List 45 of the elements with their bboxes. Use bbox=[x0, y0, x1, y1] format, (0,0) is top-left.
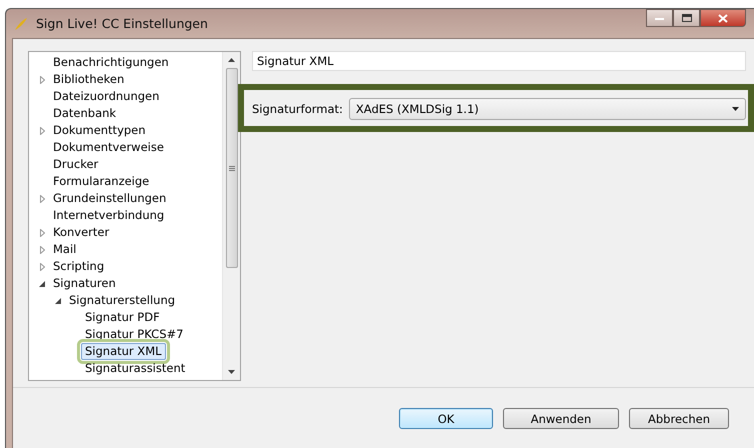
tree-item[interactable]: Grundeinstellungen bbox=[49, 190, 170, 207]
close-button[interactable] bbox=[700, 9, 746, 27]
window-title: Sign Live! CC Einstellungen bbox=[36, 16, 208, 31]
format-label: Signaturformat: bbox=[252, 102, 343, 116]
tree-item[interactable]: Drucker bbox=[49, 156, 102, 173]
tree-item[interactable]: Datenbank bbox=[49, 105, 120, 122]
tree-item[interactable]: Dokumentverweise bbox=[49, 139, 168, 156]
tree-item[interactable]: Benachrichtigungen bbox=[49, 54, 173, 71]
expand-icon[interactable] bbox=[40, 246, 44, 254]
tree-item[interactable]: Mail bbox=[49, 241, 80, 258]
maximize-icon bbox=[682, 14, 692, 22]
maximize-button[interactable] bbox=[673, 9, 700, 27]
tree-item[interactable]: Konverter bbox=[49, 224, 114, 241]
close-icon bbox=[718, 14, 728, 22]
scroll-down-icon[interactable] bbox=[228, 370, 235, 374]
tree-item[interactable]: Dokumenttypen bbox=[49, 122, 150, 139]
tree-item[interactable]: Signatur PKCS#7 bbox=[81, 326, 188, 343]
tree-item[interactable]: Dateizuordnungen bbox=[49, 88, 164, 105]
scroll-up-icon[interactable] bbox=[228, 58, 235, 62]
expand-icon[interactable] bbox=[40, 194, 44, 202]
format-dropdown[interactable]: XAdES (XMLDSig 1.1) bbox=[348, 98, 746, 120]
scrollbar[interactable] bbox=[222, 52, 240, 380]
tree-item[interactable]: Signaturerstellung bbox=[65, 292, 180, 309]
tree-item[interactable]: Signatur PDF bbox=[81, 309, 164, 326]
collapse-icon[interactable] bbox=[55, 298, 61, 304]
expand-icon[interactable] bbox=[40, 126, 44, 134]
minimize-button[interactable] bbox=[646, 9, 673, 27]
tree-item[interactable]: Internetverbindung bbox=[49, 207, 168, 224]
apply-button[interactable]: Anwenden bbox=[503, 408, 619, 429]
dropdown-arrow-icon bbox=[732, 107, 739, 111]
quill-icon bbox=[14, 16, 28, 30]
tree-item[interactable]: Signaturen bbox=[49, 275, 120, 292]
expand-icon[interactable] bbox=[40, 228, 44, 236]
minimize-icon bbox=[655, 16, 664, 20]
tree-item[interactable]: Scripting bbox=[49, 258, 108, 275]
tree-item[interactable]: Signaturassistent bbox=[81, 360, 190, 377]
tree-item[interactable]: Bibliotheken bbox=[49, 71, 128, 88]
cancel-button[interactable]: Abbrechen bbox=[629, 408, 729, 429]
tree-item[interactable]: Formularanzeige bbox=[49, 173, 154, 190]
collapse-icon[interactable] bbox=[39, 280, 45, 286]
expand-icon[interactable] bbox=[40, 262, 44, 270]
scroll-thumb[interactable] bbox=[226, 68, 238, 268]
expand-icon[interactable] bbox=[40, 76, 44, 84]
section-heading: Signatur XML bbox=[252, 51, 746, 71]
ok-button[interactable]: OK bbox=[399, 408, 493, 429]
